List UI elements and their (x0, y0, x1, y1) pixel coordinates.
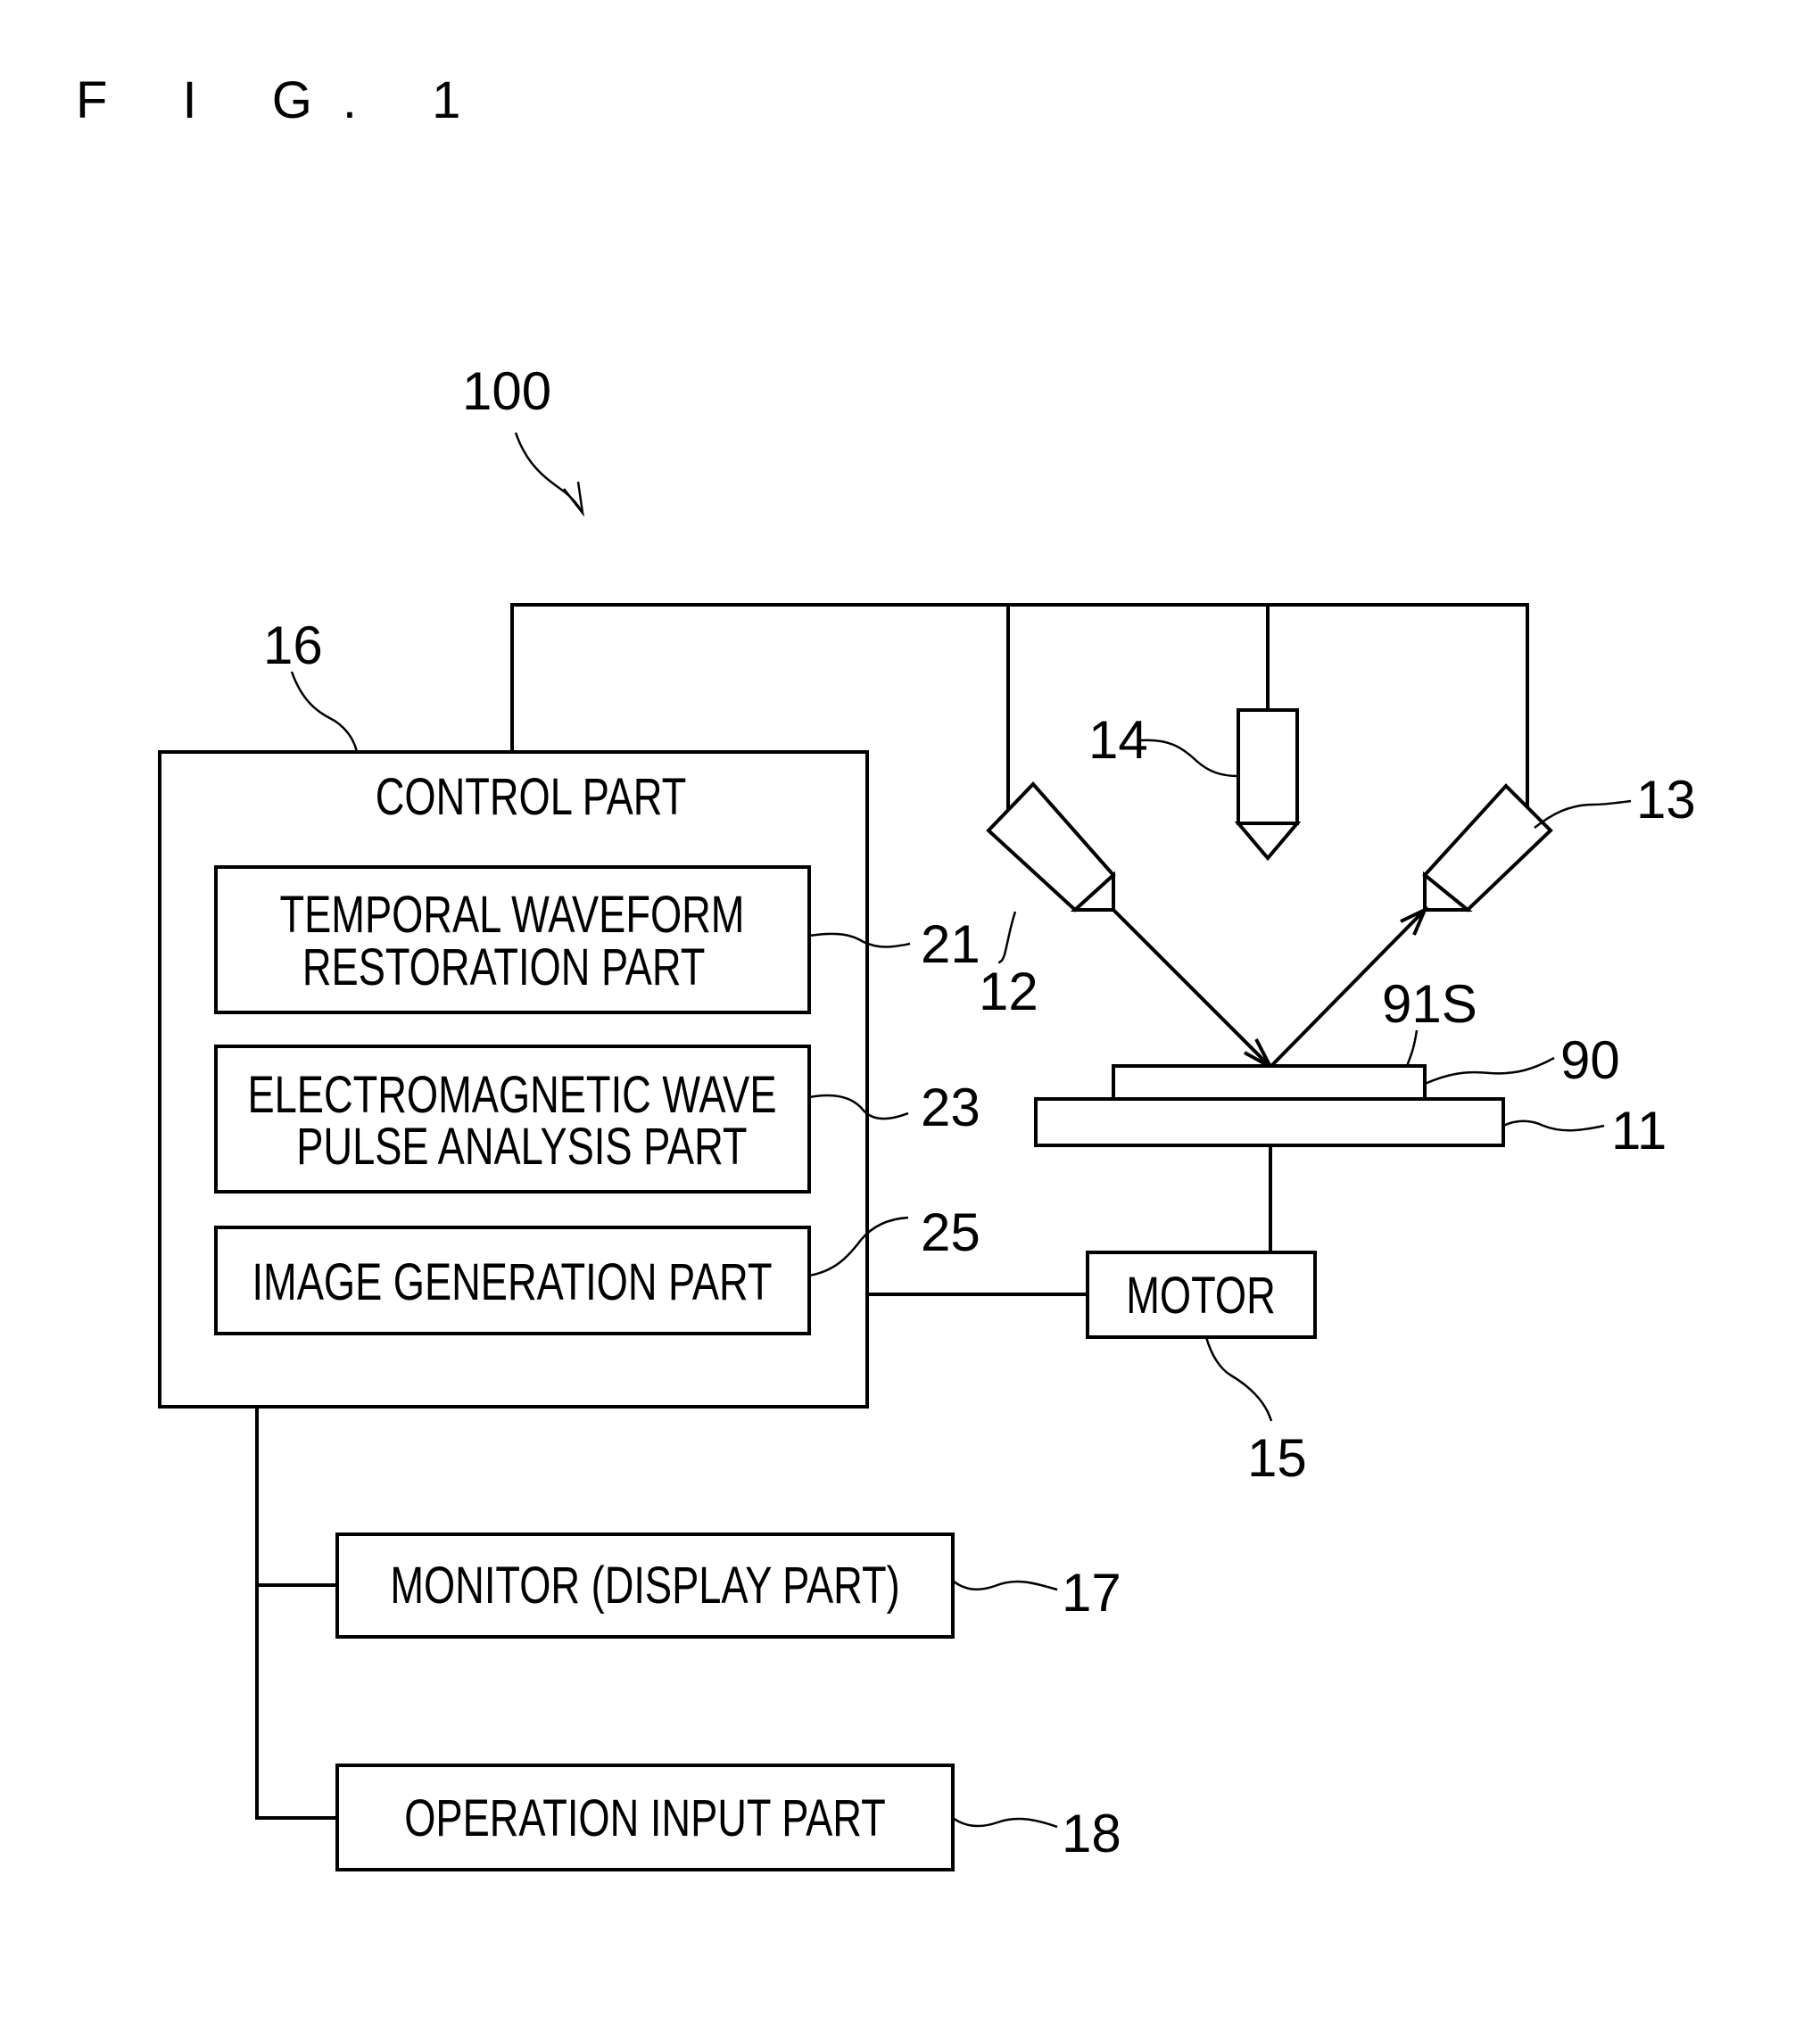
system-ref-arrowhead (563, 481, 584, 517)
leader-12 (997, 911, 1017, 964)
sample-90 (1112, 1064, 1427, 1101)
control-part-leader (290, 671, 359, 753)
leader-11 (1502, 1119, 1605, 1132)
ref-12: 12 (979, 962, 1038, 1021)
camera-14-body (1237, 708, 1299, 825)
ref-23: 23 (921, 1078, 980, 1137)
temporal-waveform-line-1: TEMPORAL WAVEFORM (279, 887, 744, 945)
operation-input-label: OPERATION INPUT PART (404, 1790, 885, 1848)
patent-figure: F I G. 1 100 CONTROL PART 16 TEMPORAL WA… (76, 71, 1696, 1871)
ref-11: 11 (1611, 1101, 1667, 1161)
ref-18: 18 (1062, 1804, 1121, 1863)
image-generation-label: IMAGE GENERATION PART (252, 1254, 772, 1312)
stage-11 (1034, 1097, 1505, 1147)
ref-14: 14 (1088, 710, 1148, 770)
control-part-ref: 16 (263, 615, 323, 675)
temporal-waveform-line-2: RESTORATION PART (302, 939, 706, 997)
leader-15 (1204, 1336, 1273, 1422)
incident-beam (1112, 908, 1272, 1069)
figure-title: F I G. 1 (76, 71, 491, 129)
leader-90 (1424, 1056, 1555, 1086)
ref-21: 21 (921, 914, 980, 974)
ref-15: 15 (1247, 1428, 1307, 1488)
camera-14-tip (1234, 822, 1302, 862)
ref-13: 13 (1636, 770, 1696, 830)
ref-17: 17 (1062, 1563, 1121, 1623)
ref-91s: 91S (1382, 974, 1477, 1034)
wire-peripherals (255, 1407, 337, 1820)
motor-label: MOTOR (1126, 1268, 1276, 1326)
monitor-label: MONITOR (DISPLAY PART) (390, 1557, 899, 1615)
system-ref-label: 100 (462, 361, 551, 421)
leader-91s (1405, 1029, 1419, 1067)
ref-25: 25 (921, 1202, 980, 1262)
em-wave-line-1: ELECTROMAGNETIC WAVE (247, 1067, 776, 1125)
leader-14 (1139, 739, 1239, 778)
leader-18 (952, 1816, 1058, 1829)
control-part-label: CONTROL PART (376, 769, 686, 827)
leader-13 (1534, 799, 1632, 829)
ref-90: 90 (1560, 1030, 1620, 1090)
leader-17 (952, 1580, 1058, 1591)
em-wave-line-2: PULSE ANALYSIS PART (296, 1119, 747, 1177)
